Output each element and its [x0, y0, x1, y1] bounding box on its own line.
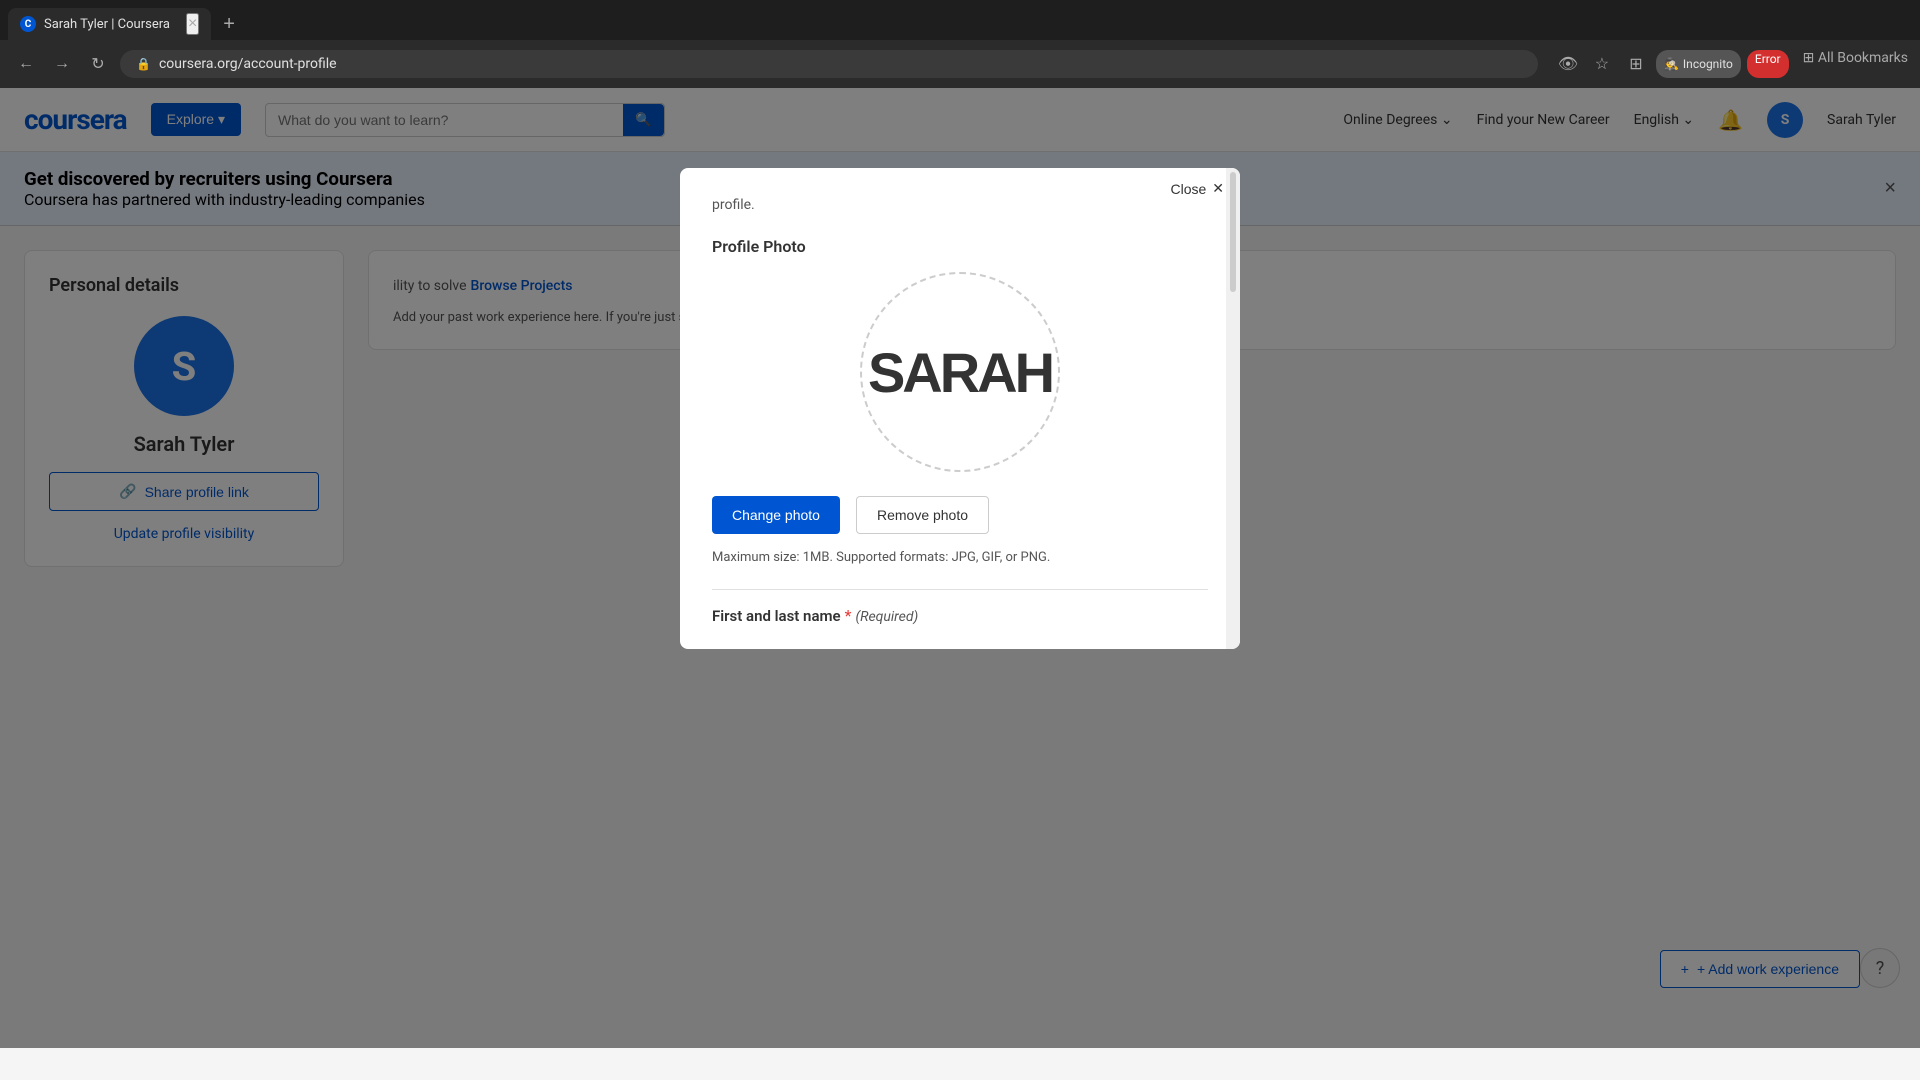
incognito-icon: 🕵 [1664, 57, 1679, 71]
modal-header: Close ✕ [680, 168, 1240, 197]
forward-button[interactable]: → [48, 50, 76, 78]
tab-title: Sarah Tyler | Coursera [44, 17, 170, 32]
active-tab[interactable]: C Sarah Tyler | Coursera × [8, 8, 211, 40]
scrollbar-thumb [1230, 172, 1236, 292]
lock-icon: 🔒 [136, 57, 151, 71]
reader-mode-button[interactable]: 👁 [1554, 50, 1582, 78]
back-button[interactable]: ← [12, 50, 40, 78]
bookmarks-label: ⊞ All Bookmarks [1803, 50, 1908, 78]
profile-edit-modal: Close ✕ profile. Profile Photo SARAH Cha… [680, 168, 1240, 649]
refresh-button[interactable]: ↻ [84, 50, 112, 78]
photo-preview: SARAH [860, 272, 1060, 472]
name-field-section: First and last name * (Required) [712, 589, 1208, 625]
address-bar[interactable]: 🔒 coursera.org/account-profile [120, 50, 1538, 78]
new-tab-button[interactable]: + [215, 9, 243, 40]
photo-action-buttons: Change photo Remove photo [712, 496, 1208, 534]
modal-close-button[interactable]: Close ✕ [1170, 180, 1224, 197]
modal-intro-text: profile. [712, 197, 1208, 213]
incognito-badge: 🕵 Incognito [1656, 50, 1741, 78]
profile-photo-label: Profile Photo [712, 237, 1208, 256]
error-badge: Error [1747, 50, 1789, 78]
photo-preview-container: SARAH [712, 272, 1208, 472]
browser-chrome: C Sarah Tyler | Coursera × + ← → ↻ 🔒 cou… [0, 0, 1920, 88]
remove-photo-button[interactable]: Remove photo [856, 496, 989, 534]
page-content: coursera Explore ▾ 🔍 Online Degrees ⌄ Fi… [0, 88, 1920, 1048]
modal-body: profile. Profile Photo SARAH Change phot… [680, 197, 1240, 649]
modal-close-label: Close [1170, 181, 1206, 197]
change-photo-button[interactable]: Change photo [712, 496, 840, 534]
modal-overlay: Close ✕ profile. Profile Photo SARAH Cha… [0, 88, 1920, 1048]
required-text: (Required) [855, 609, 918, 625]
incognito-label: Incognito [1683, 57, 1733, 71]
browser-toolbar: ← → ↻ 🔒 coursera.org/account-profile 👁 ☆… [0, 40, 1920, 88]
photo-info-text: Maximum size: 1MB. Supported formats: JP… [712, 550, 1208, 565]
browser-action-buttons: 👁 ☆ ⊞ 🕵 Incognito Error ⊞ All Bookmarks [1554, 50, 1908, 78]
extensions-button[interactable]: ⊞ [1622, 50, 1650, 78]
url-text: coursera.org/account-profile [159, 56, 337, 72]
tab-favicon: C [20, 16, 36, 32]
tab-bar: C Sarah Tyler | Coursera × + [0, 0, 1920, 40]
photo-preview-initials: SARAH [868, 340, 1052, 405]
required-asterisk: * [845, 606, 852, 625]
name-field-label: First and last name [712, 607, 841, 625]
tab-close-button[interactable]: × [186, 13, 199, 35]
modal-scrollbar[interactable] [1226, 168, 1240, 649]
bookmark-button[interactable]: ☆ [1588, 50, 1616, 78]
close-icon: ✕ [1212, 180, 1224, 197]
